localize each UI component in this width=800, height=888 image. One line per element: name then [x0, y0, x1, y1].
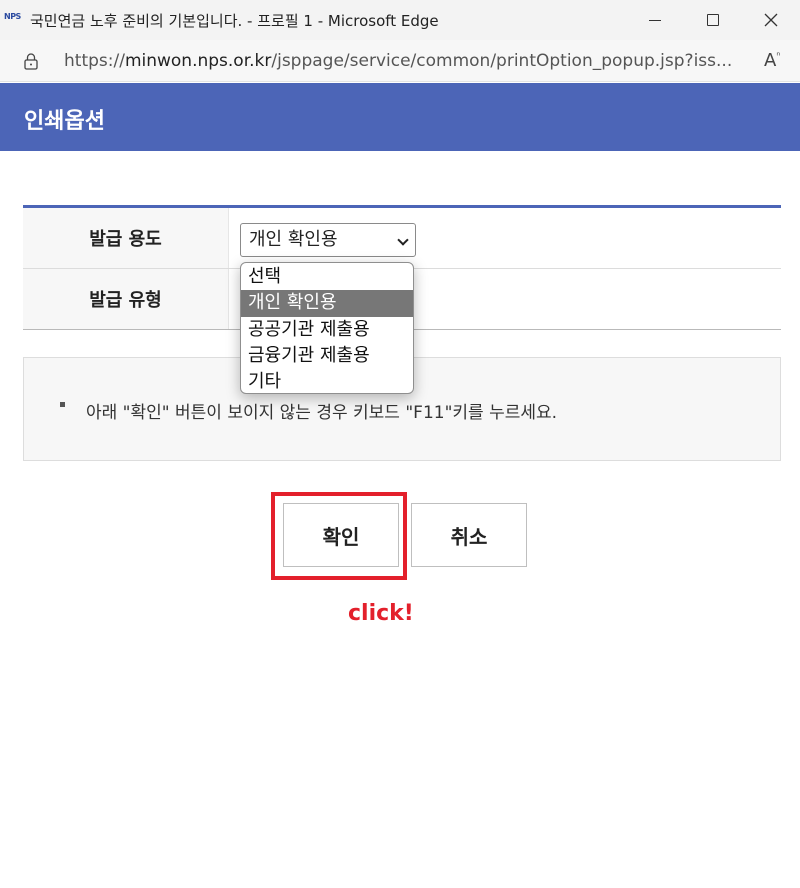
dropdown-option-financial-agency[interactable]: 금융기관 제출용	[241, 343, 413, 369]
click-annotation: click!	[348, 601, 414, 626]
url-field[interactable]: https://minwon.nps.or.kr/jsppage/service…	[64, 51, 754, 71]
purpose-dropdown-list[interactable]: 선택 개인 확인용 공공기관 제출용 금융기관 제출용 기타	[240, 262, 414, 394]
read-aloud-icon[interactable]: Aⁿ	[764, 50, 780, 71]
dropdown-option-select[interactable]: 선택	[241, 264, 413, 290]
window-title: 국민연금 노후 준비의 기본입니다. - 프로필 1 - Microsoft E…	[30, 12, 439, 30]
cancel-button[interactable]: 취소	[411, 503, 527, 567]
notice-text: 아래 "확인" 버튼이 보이지 않는 경우 키보드 "F11"키를 누르세요.	[86, 403, 558, 423]
address-bar[interactable]: https://minwon.nps.or.kr/jsppage/service…	[0, 40, 800, 82]
url-prefix: https://	[64, 51, 125, 71]
maximize-button[interactable]	[684, 0, 742, 40]
column-divider	[228, 208, 229, 268]
type-label: 발급 유형	[23, 269, 228, 329]
page-title: 인쇄옵션	[24, 109, 105, 134]
chevron-down-icon	[397, 234, 409, 246]
url-path: /jsppage/service/common/printOption_popu…	[271, 51, 733, 71]
column-divider	[228, 269, 229, 329]
close-button[interactable]	[742, 0, 800, 40]
window-titlebar: NPS 국민연금 노후 준비의 기본입니다. - 프로필 1 - Microso…	[0, 0, 800, 40]
lock-icon[interactable]	[22, 52, 40, 70]
dropdown-option-other[interactable]: 기타	[241, 369, 413, 393]
minimize-icon	[649, 19, 661, 21]
url-host: minwon.nps.or.kr	[124, 51, 272, 71]
bullet-icon	[60, 402, 65, 407]
confirm-button[interactable]: 확인	[283, 503, 399, 567]
minimize-button[interactable]	[626, 0, 684, 40]
maximize-icon	[707, 14, 719, 26]
nps-logo-icon: NPS	[4, 12, 21, 21]
purpose-row: 발급 용도 개인 확인용	[23, 208, 781, 269]
close-icon	[764, 13, 778, 27]
purpose-select[interactable]: 개인 확인용	[240, 223, 416, 257]
dropdown-option-personal[interactable]: 개인 확인용	[241, 290, 413, 317]
dropdown-option-public-agency[interactable]: 공공기관 제출용	[241, 317, 413, 343]
purpose-select-value: 개인 확인용	[249, 229, 338, 250]
purpose-label: 발급 용도	[23, 208, 228, 268]
page-header: 인쇄옵션	[0, 83, 800, 151]
